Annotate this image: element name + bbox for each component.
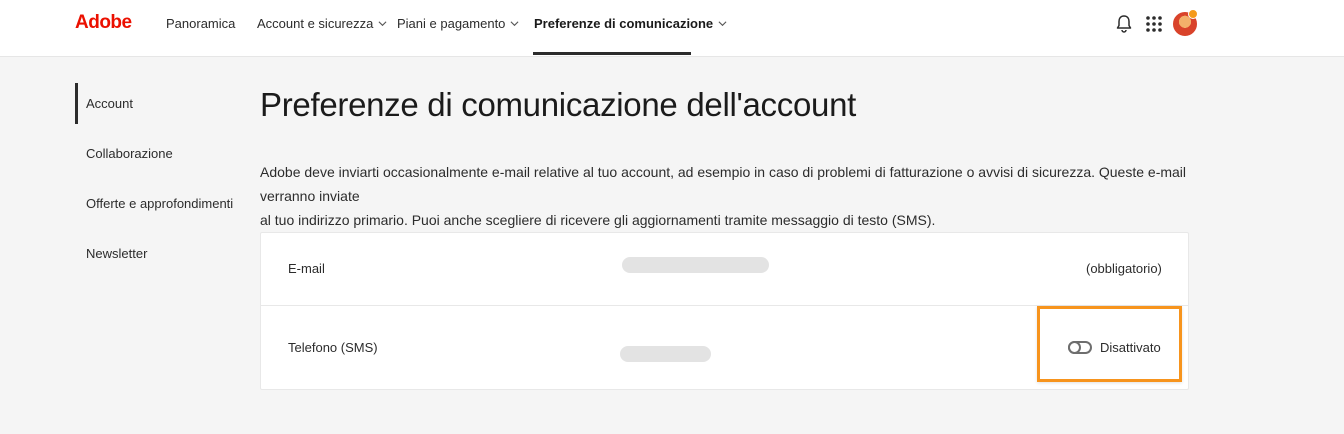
page-title: Preferenze di comunicazione dell'account xyxy=(260,86,856,123)
sms-toggle-knob xyxy=(1068,341,1081,354)
top-navigation: Adobe Panoramica Account e sicurezza Pia… xyxy=(0,0,1344,57)
sidebar-item-account[interactable]: Account xyxy=(86,96,133,111)
phone-row-label: Telefono (SMS) xyxy=(288,340,378,355)
description-line-2: al tuo indirizzo primario. Puoi anche sc… xyxy=(260,212,936,228)
nav-label: Piani e pagamento xyxy=(397,16,506,31)
nav-label: Preferenze di comunicazione xyxy=(534,16,714,31)
chevron-down-icon xyxy=(510,21,519,27)
description-line-1: Adobe deve inviarti occasionalmente e-ma… xyxy=(260,164,1187,204)
sidebar-selected-indicator xyxy=(75,83,78,124)
redacted-phone xyxy=(620,346,711,362)
adobe-logo[interactable]: Adobe xyxy=(75,12,132,34)
nav-piani-pagamento[interactable]: Piani e pagamento xyxy=(397,16,519,31)
page-description: Adobe deve inviarti occasionalmente e-ma… xyxy=(260,160,1195,232)
sidebar-item-collaborazione[interactable]: Collaborazione xyxy=(86,146,173,161)
nav-label: Panoramica xyxy=(166,16,236,31)
active-tab-indicator xyxy=(533,52,691,55)
app-grid-icon[interactable] xyxy=(1143,13,1165,35)
nav-account-sicurezza[interactable]: Account e sicurezza xyxy=(257,16,387,31)
chevron-down-icon xyxy=(718,21,727,27)
nav-panoramica[interactable]: Panoramica xyxy=(166,16,235,31)
sidebar-item-offerte[interactable]: Offerte e approfondimenti xyxy=(86,196,233,211)
email-required-label: (obbligatorio) xyxy=(1086,261,1162,276)
notification-dot xyxy=(1188,9,1198,19)
email-row-label: E-mail xyxy=(288,261,325,276)
bell-icon[interactable] xyxy=(1113,13,1135,35)
sidebar-item-newsletter[interactable]: Newsletter xyxy=(86,246,147,261)
nav-label: Account e sicurezza xyxy=(257,16,374,31)
nav-preferenze-comunicazione[interactable]: Preferenze di comunicazione xyxy=(534,16,727,31)
sms-toggle-label: Disattivato xyxy=(1100,340,1161,355)
redacted-email xyxy=(622,257,769,273)
chevron-down-icon xyxy=(378,21,387,27)
